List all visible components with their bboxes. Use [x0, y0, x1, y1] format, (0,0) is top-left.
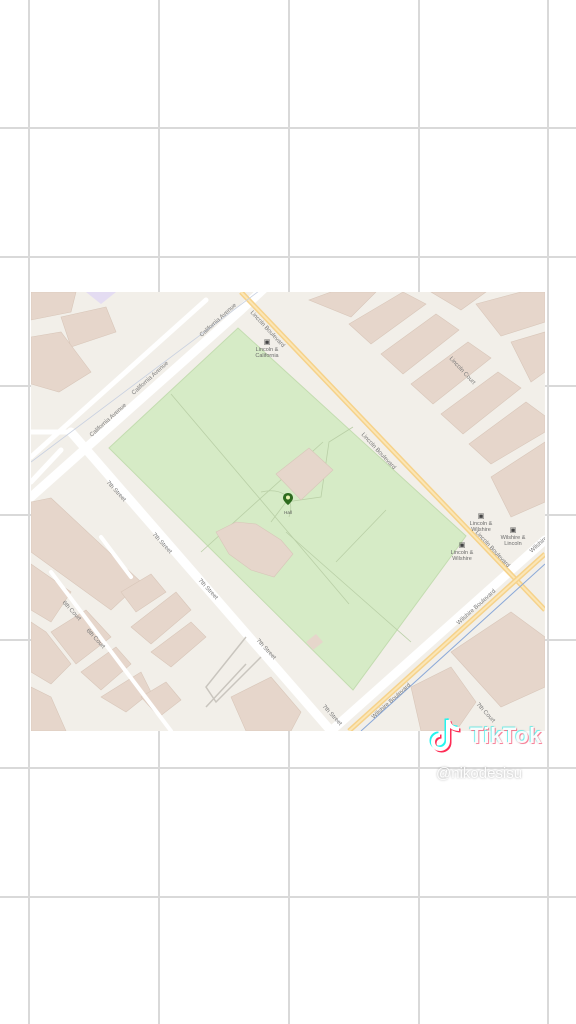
station-label: Lincoln & Wilshire — [469, 520, 493, 534]
map-pin-icon — [283, 493, 293, 505]
station-lincoln-wilshire-2[interactable]: ▣ Lincoln & Wilshire — [442, 542, 482, 563]
poi-label: Hall — [284, 510, 292, 515]
station-lincoln-california[interactable]: ▣ Lincoln & California — [247, 339, 287, 360]
station-label: Lincoln & Wilshire — [450, 549, 474, 563]
tiktok-logo-icon — [429, 718, 461, 753]
station-wilshire-lincoln[interactable]: ▣ Wilshire & Lincoln — [493, 527, 533, 548]
station-label: Wilshire & Lincoln — [500, 534, 526, 548]
station-label: Lincoln & California — [255, 346, 279, 360]
map-view[interactable]: California Avenue California Avenue Cali… — [31, 292, 545, 731]
tiktok-brand-text: TikTok — [470, 723, 542, 748]
poi-marker[interactable]: Hall — [281, 492, 295, 515]
tiktok-handle: @nikodesisu — [436, 765, 523, 782]
tiktok-watermark: TikTok @nikodesisu — [428, 715, 568, 795]
